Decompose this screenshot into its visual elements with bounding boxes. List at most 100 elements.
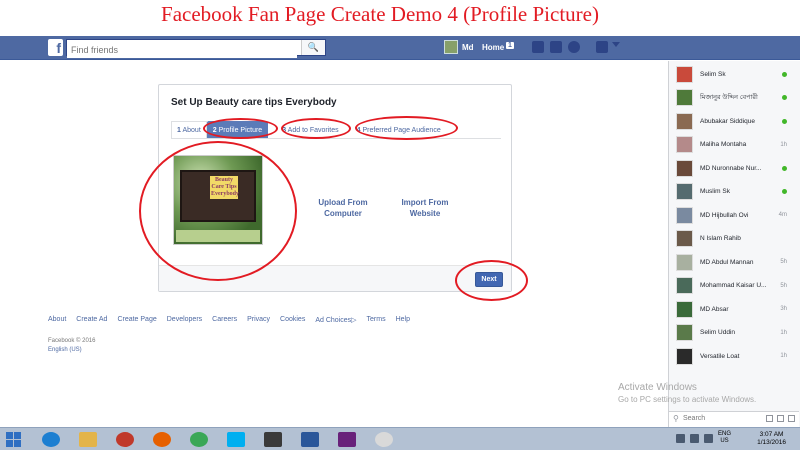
- vs-app-icon[interactable]: [334, 430, 360, 449]
- footer-link-terms[interactable]: Terms: [367, 316, 386, 324]
- gear-icon[interactable]: [777, 415, 784, 422]
- footer-link-about[interactable]: About: [48, 316, 66, 324]
- contact-name: Selim Uddin: [700, 329, 736, 336]
- copyright-block: Facebook © 2016 English (US): [48, 337, 95, 355]
- notifications-icon[interactable]: [568, 41, 580, 53]
- avatar: [676, 347, 693, 365]
- last-active-time: 3h: [780, 306, 787, 312]
- search-input[interactable]: [67, 42, 297, 58]
- tray-arrow-icon[interactable]: [676, 433, 685, 443]
- chrome-alt-app-icon[interactable]: [112, 430, 138, 449]
- footer-link-cookies[interactable]: Cookies: [280, 316, 305, 324]
- footer-link-create-page[interactable]: Create Page: [117, 316, 156, 324]
- tab-about[interactable]: 1 About: [171, 121, 207, 138]
- search-box[interactable]: 🔍: [66, 39, 326, 58]
- home-link[interactable]: Home: [482, 43, 504, 52]
- ie-app-icon[interactable]: [38, 430, 64, 449]
- clock-date: 1/13/2016: [757, 439, 786, 446]
- picture-frame: Beauty Care Tips Everybody: [180, 170, 256, 222]
- chat-contact[interactable]: MD Hijbullah Ovi 4m: [669, 204, 799, 226]
- import-from-website-link[interactable]: Import From Website: [395, 197, 455, 219]
- online-indicator: [782, 95, 787, 100]
- footer-link-developers[interactable]: Developers: [167, 316, 202, 324]
- next-button[interactable]: Next: [475, 272, 503, 287]
- footer-links: About Create Ad Create Page Developers C…: [48, 316, 410, 324]
- tab-number: 2: [212, 127, 217, 134]
- chat-contact[interactable]: MD Absar 3h: [669, 298, 799, 320]
- network-icon[interactable]: [690, 433, 699, 443]
- contact-name: Mohammad Kaisar U...: [700, 282, 767, 289]
- contact-name: Maliha Montaha: [700, 141, 747, 148]
- tab-label: About: [182, 127, 201, 134]
- chat-contact[interactable]: মিজানুর উদ্দিন বেপারী: [669, 87, 799, 109]
- footer-link-create-ad[interactable]: Create Ad: [76, 316, 107, 324]
- compose-icon[interactable]: [766, 415, 773, 422]
- chat-search[interactable]: ⚲ Search: [669, 411, 799, 427]
- online-indicator: [782, 165, 787, 171]
- language-link[interactable]: English (US): [48, 346, 95, 355]
- watermark-title: Activate Windows: [618, 382, 697, 393]
- firefox-app-icon[interactable]: [149, 430, 175, 449]
- notification-icons: [532, 41, 608, 53]
- chat-contact[interactable]: Abubakar Siddique: [669, 110, 799, 132]
- system-tray: ENG US: [676, 431, 731, 445]
- language-indicator[interactable]: ENG US: [718, 431, 731, 445]
- minimize-icon[interactable]: [788, 415, 795, 422]
- tab-add-to-favorites[interactable]: 3 Add to Favorites: [276, 121, 344, 138]
- skype-app-icon[interactable]: [223, 430, 249, 449]
- search-icon[interactable]: 🔍: [301, 40, 325, 55]
- avatar: [676, 112, 693, 130]
- volume-icon[interactable]: [704, 433, 713, 443]
- word-app-icon[interactable]: [297, 430, 323, 449]
- chat-contact[interactable]: MD Abdul Mannan 5h: [669, 251, 799, 273]
- picture-caption: Beauty Care Tips Everybody: [210, 176, 240, 199]
- avatar: [676, 324, 693, 341]
- footer-link-help[interactable]: Help: [396, 316, 410, 324]
- chrome-app-icon[interactable]: [186, 430, 212, 449]
- last-active-time: 1h: [780, 353, 787, 359]
- avatar: [676, 89, 693, 106]
- avatar: [676, 230, 693, 247]
- copyright-text: Facebook © 2016: [48, 338, 96, 344]
- upload-from-computer-link[interactable]: Upload From Computer: [313, 197, 373, 219]
- chat-contact[interactable]: Mohammad Kaisar U... 5h: [669, 275, 799, 297]
- chat-contact[interactable]: Selim Uddin 1h: [669, 322, 799, 344]
- 3g-app-icon[interactable]: [260, 430, 286, 449]
- contact-name: মিজানুর উদ্দিন বেপারী: [700, 94, 758, 101]
- paint-app-icon[interactable]: [371, 430, 397, 449]
- footer-link-ad-choices[interactable]: Ad Choices▷: [315, 316, 356, 324]
- explorer-app-icon[interactable]: [75, 430, 101, 449]
- profile-link[interactable]: Md: [444, 40, 474, 54]
- chrome-icon: [190, 432, 208, 447]
- chat-contact[interactable]: Selim Sk: [669, 63, 799, 85]
- chat-contact[interactable]: MD Nuronnabe Nur...: [669, 157, 799, 179]
- chat-contact[interactable]: Muslim Sk: [669, 181, 799, 203]
- privacy-icon[interactable]: [596, 41, 608, 53]
- chat-contact[interactable]: Maliha Montaha 1h: [669, 134, 799, 156]
- search-icon: ⚲: [673, 414, 679, 423]
- home-count-badge: 1: [506, 42, 514, 49]
- setup-tabs: 1 About 2 Profile Picture 3 Add to Favor…: [171, 121, 501, 139]
- contact-name: Selim Sk: [700, 70, 726, 78]
- screen: Facebook Fan Page Create Demo 4 (Profile…: [0, 0, 800, 450]
- chat-contact[interactable]: Versatile Loat 1h: [669, 345, 799, 367]
- start-button[interactable]: [6, 432, 22, 447]
- setup-body: Beauty Care Tips Everybody Upload From C…: [159, 139, 511, 263]
- chat-contact[interactable]: N Islam Rahib: [669, 228, 799, 250]
- clock[interactable]: 3:07 AM 1/13/2016: [757, 431, 786, 447]
- 3g-icon: [264, 432, 282, 447]
- footer-link-privacy[interactable]: Privacy: [247, 316, 270, 324]
- chevron-down-icon[interactable]: [612, 42, 620, 47]
- facebook-topbar: f 🔍 Md Home 1: [0, 36, 800, 60]
- friend-requests-icon[interactable]: [532, 41, 544, 53]
- last-active-time: 4m: [778, 212, 787, 218]
- footer-link-careers[interactable]: Careers: [212, 316, 237, 324]
- page-title: Set Up Beauty care tips Everybody: [171, 97, 337, 108]
- tab-preferred-audience[interactable]: 4 Preferred Page Audience: [351, 121, 447, 138]
- online-indicator: [782, 71, 787, 77]
- tab-profile-picture[interactable]: 2 Profile Picture: [206, 121, 269, 138]
- messages-icon[interactable]: [550, 41, 562, 53]
- facebook-logo[interactable]: f: [48, 39, 63, 56]
- online-indicator: [782, 118, 787, 124]
- word-icon: [301, 432, 319, 447]
